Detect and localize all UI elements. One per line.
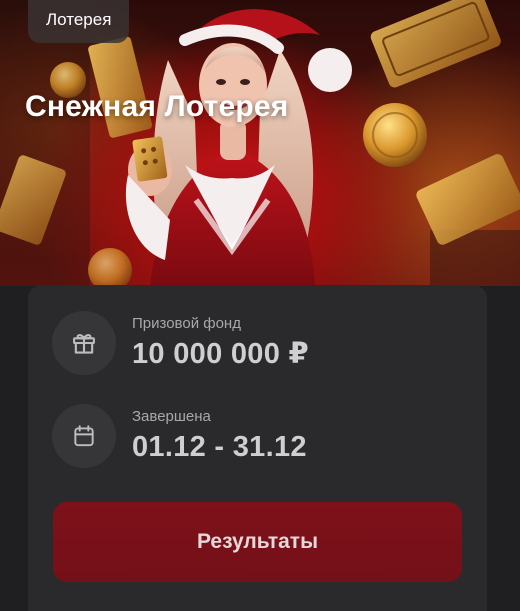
- prize-fund-row: Призовой фонд 10 000 000 ₽: [52, 311, 309, 375]
- prize-fund-label: Призовой фонд: [132, 314, 241, 332]
- date-range-value: 01.12 - 31.12: [132, 430, 307, 463]
- results-button[interactable]: Результаты: [53, 502, 462, 582]
- status-label: Завершена: [132, 407, 211, 425]
- hero-banner[interactable]: Лотерея Снежная Лотерея: [0, 0, 520, 286]
- lottery-title: Снежная Лотерея: [25, 90, 289, 123]
- gift-icon: [52, 311, 116, 375]
- prize-fund-value: 10 000 000 ₽: [132, 337, 309, 370]
- lottery-info-card: Призовой фонд 10 000 000 ₽ Завершена 01.…: [28, 285, 487, 611]
- dates-row: Завершена 01.12 - 31.12: [52, 404, 307, 468]
- lottery-page: Лотерея Снежная Лотерея Призовой фонд 10…: [0, 0, 520, 611]
- calendar-icon: [52, 404, 116, 468]
- category-tag: Лотерея: [28, 0, 130, 43]
